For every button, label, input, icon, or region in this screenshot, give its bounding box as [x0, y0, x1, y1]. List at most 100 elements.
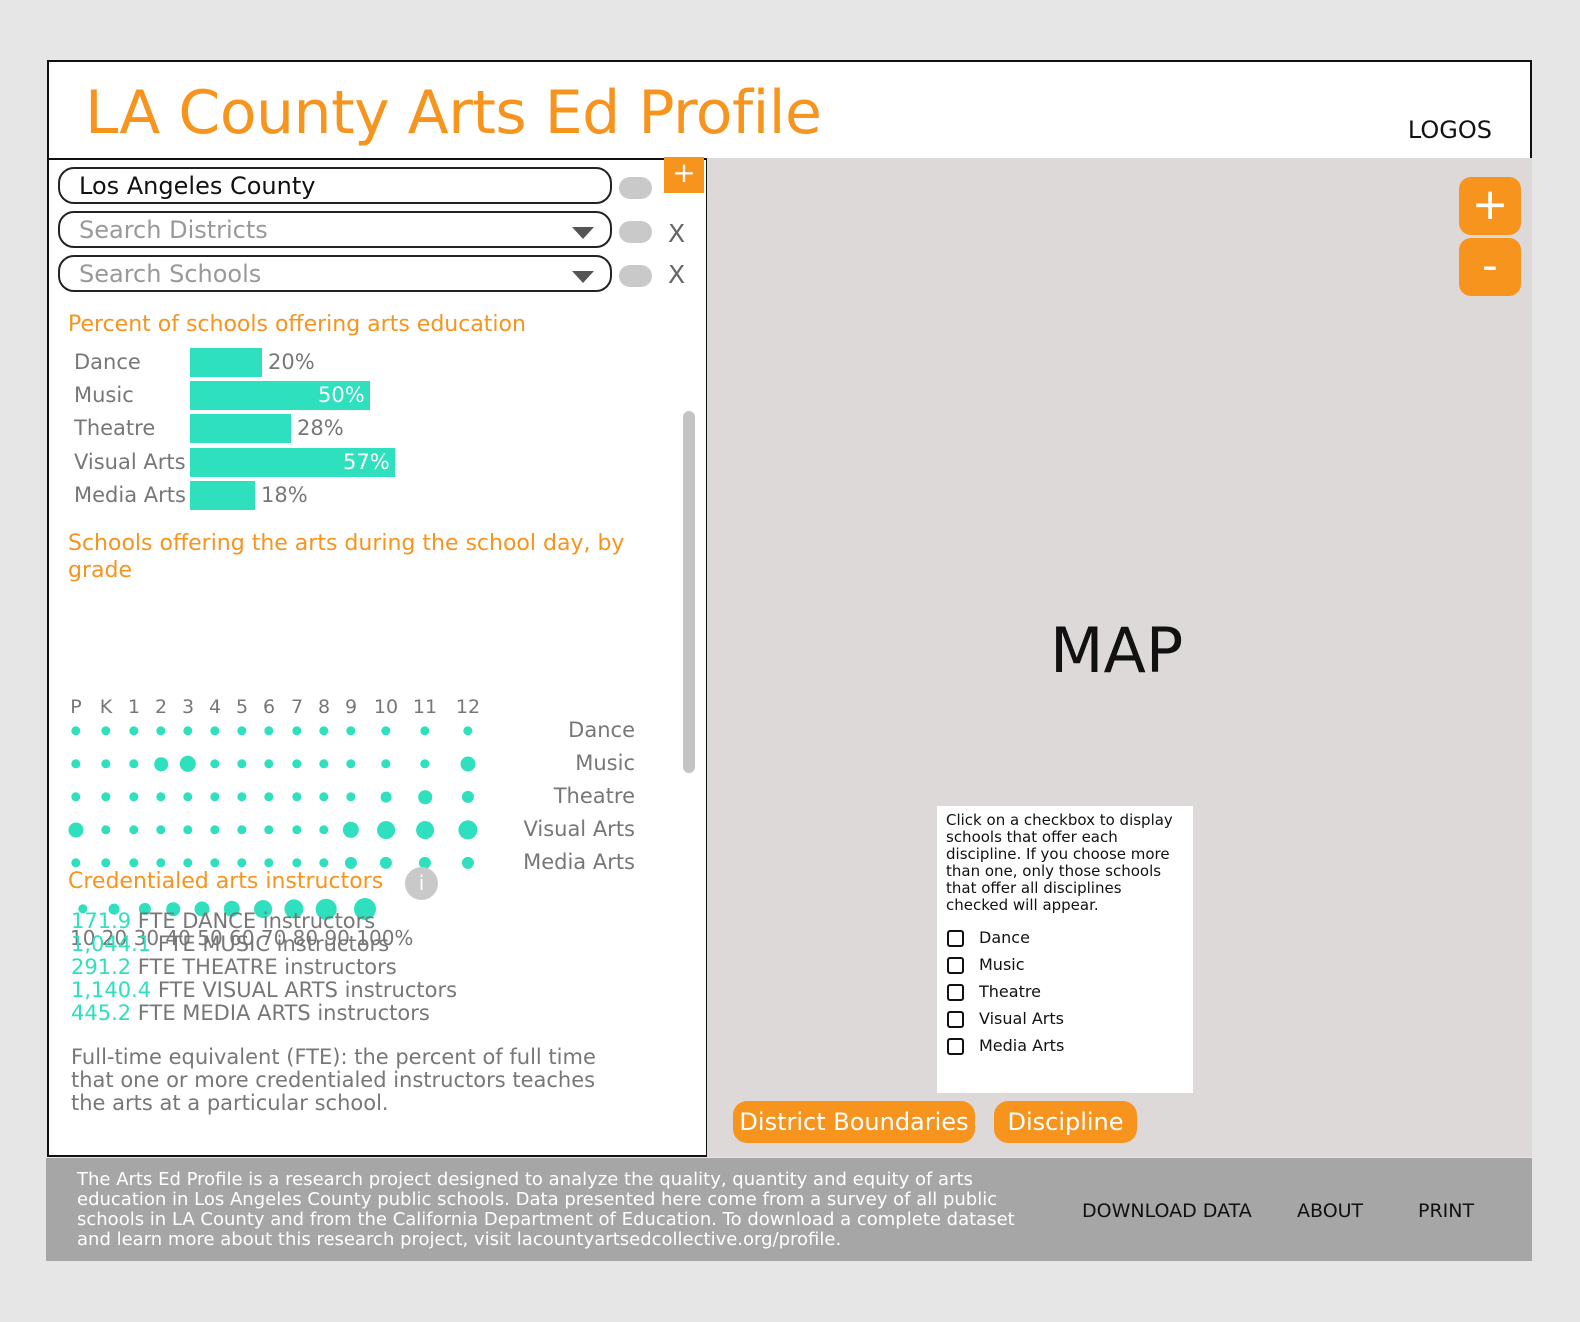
checkbox-label: Music: [979, 955, 1025, 974]
grade-header: 11: [412, 696, 438, 718]
discipline-filter-panel: Click on a checkbox to display schools t…: [937, 806, 1193, 1093]
bar-value-label: 20%: [268, 350, 315, 374]
bar-label: Dance: [74, 350, 141, 374]
grade-dot: [346, 792, 356, 802]
grade-dot: [156, 858, 166, 868]
checkbox-music[interactable]: [947, 957, 964, 974]
print-link[interactable]: PRINT: [1418, 1200, 1474, 1222]
grade-dot: [101, 726, 111, 736]
clear-district-button[interactable]: X: [668, 219, 685, 248]
grade-dot: [210, 858, 220, 868]
county-toggle[interactable]: [619, 177, 652, 199]
grade-dot: [319, 759, 329, 769]
grade-dot: [210, 792, 220, 802]
grade-dot: [71, 726, 81, 736]
grade-dot: [183, 825, 193, 835]
grade-dot: [129, 792, 139, 802]
scrollbar[interactable]: [683, 411, 695, 773]
school-search-select[interactable]: Search Schools: [58, 255, 612, 292]
bar-theatre: [190, 414, 291, 443]
info-icon[interactable]: i: [405, 867, 438, 900]
grade-dot: [71, 759, 81, 769]
page-title: LA County Arts Ed Profile: [85, 78, 822, 148]
zoom-in-button[interactable]: +: [1459, 177, 1521, 235]
grade-dot: [129, 825, 139, 835]
bar-dance: [190, 348, 262, 377]
district-toggle[interactable]: [619, 221, 652, 243]
header: LA County Arts Ed Profile LOGOS: [49, 62, 1530, 160]
bar-label: Music: [74, 383, 134, 407]
grade-dot: [183, 726, 193, 736]
grade-dot: [237, 759, 247, 769]
grade-section-title: Schools offering the arts during the sch…: [68, 531, 625, 583]
grade-header: K: [99, 696, 113, 718]
checkbox-visual-arts[interactable]: [947, 1011, 964, 1028]
logos-placeholder: LOGOS: [1407, 116, 1492, 144]
about-link[interactable]: ABOUT: [1297, 1200, 1363, 1222]
grade-dot: [292, 726, 302, 736]
bar-label: Theatre: [74, 416, 156, 440]
checkbox-label: Media Arts: [979, 1036, 1065, 1055]
zoom-out-button[interactable]: -: [1459, 238, 1521, 296]
clear-school-button[interactable]: X: [668, 260, 685, 289]
grade-dot: [461, 856, 475, 870]
grade-dot: [377, 821, 395, 839]
grade-header: 1: [127, 696, 141, 718]
grade-dot: [156, 792, 166, 802]
district-search-placeholder: Search Districts: [79, 216, 268, 244]
grade-dot: [101, 792, 111, 802]
grade-header: 6: [262, 696, 276, 718]
discipline-instructions: Click on a checkbox to display schools t…: [946, 811, 1173, 914]
percent-section-title: Percent of schools offering arts educati…: [68, 312, 526, 337]
grade-row-label: Dance: [568, 718, 635, 742]
checkbox-theatre[interactable]: [947, 984, 964, 1001]
grade-header: P: [70, 696, 82, 718]
grade-dot: [210, 759, 220, 769]
chevron-down-icon: [572, 227, 594, 239]
grade-row-label: Visual Arts: [523, 817, 635, 841]
grade-dot: [292, 792, 302, 802]
grade-dot: [461, 790, 475, 804]
school-toggle[interactable]: [619, 265, 652, 287]
bar-media-arts: [190, 481, 255, 510]
fte-number: 1,140.4: [71, 978, 152, 1002]
add-filter-button[interactable]: +: [664, 157, 704, 193]
fte-item: 291.2 FTE THEATRE instructors: [71, 956, 397, 979]
checkbox-label: Theatre: [979, 982, 1041, 1001]
checkbox-dance[interactable]: [947, 930, 964, 947]
bar-label: Media Arts: [74, 483, 186, 507]
grade-dot: [101, 825, 111, 835]
county-value: Los Angeles County: [79, 172, 316, 200]
grade-dot: [237, 858, 247, 868]
fte-item: 445.2 FTE MEDIA ARTS instructors: [71, 1002, 430, 1025]
grade-header: 12: [455, 696, 481, 718]
fte-description: FTE MEDIA ARTS instructors: [131, 1001, 430, 1025]
district-boundaries-button[interactable]: District Boundaries: [733, 1101, 975, 1143]
grade-dot: [68, 822, 84, 838]
grade-row-label: Music: [575, 751, 635, 775]
download-data-link[interactable]: DOWNLOAD DATA: [1082, 1200, 1252, 1222]
fte-item: 171.9 FTE DANCE instructors: [71, 910, 375, 933]
fte-number: 445.2: [71, 1001, 132, 1025]
checkbox-media-arts[interactable]: [947, 1038, 964, 1055]
grade-dot: [71, 858, 81, 868]
left-panel: Los Angeles County + Search Districts X …: [49, 157, 708, 1157]
grade-header: 10: [373, 696, 399, 718]
map-panel[interactable]: + - MAP Click on a checkbox to display s…: [707, 158, 1532, 1157]
app-frame: LA County Arts Ed Profile LOGOS Los Ange…: [47, 60, 1532, 1157]
grade-dot: [71, 792, 81, 802]
grade-dot: [319, 792, 329, 802]
discipline-button[interactable]: Discipline: [994, 1101, 1137, 1143]
footer: The Arts Ed Profile is a research projec…: [46, 1158, 1532, 1261]
grade-dot: [237, 825, 247, 835]
district-search-select[interactable]: Search Districts: [58, 211, 612, 248]
bar-value-label: 50%: [318, 383, 365, 407]
fte-description: FTE VISUAL ARTS instructors: [151, 978, 458, 1002]
grade-header: 7: [290, 696, 304, 718]
grade-dot: [380, 791, 392, 803]
grade-dot: [342, 821, 360, 839]
fte-number: 171.9: [71, 909, 132, 933]
fte-item: 1,044.1 FTE MUSIC instructors: [71, 933, 389, 956]
grade-dot: [319, 726, 329, 736]
county-select[interactable]: Los Angeles County: [58, 167, 612, 204]
